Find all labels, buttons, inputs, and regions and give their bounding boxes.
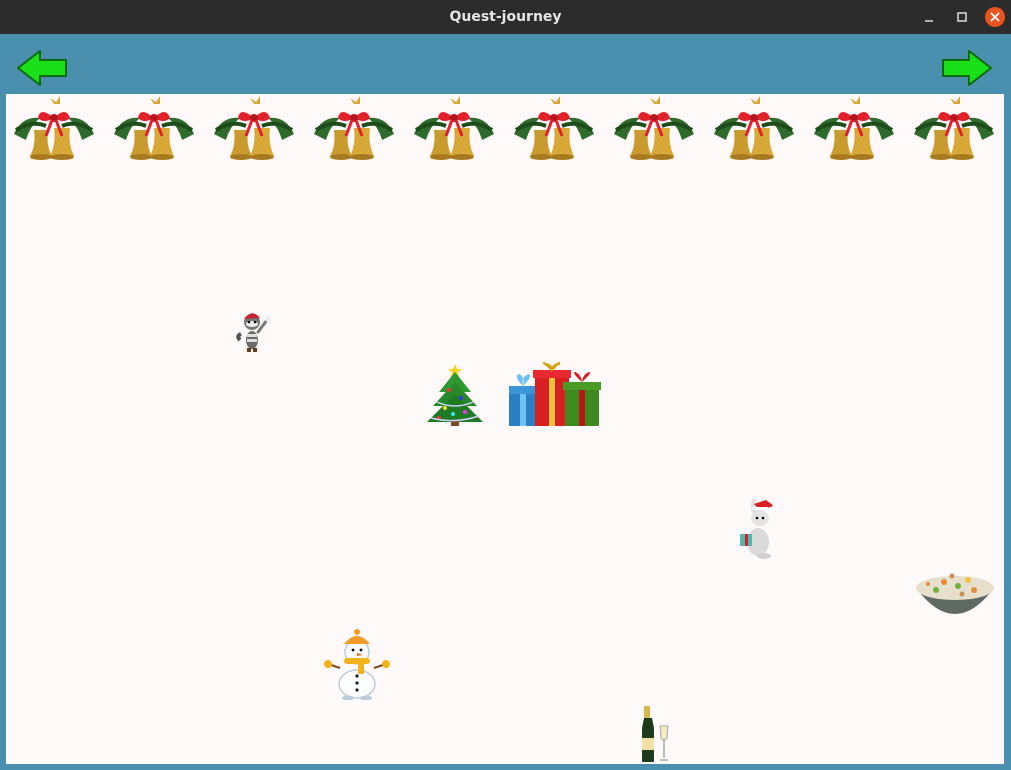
back-arrow-icon[interactable] [16, 48, 68, 88]
christmas-bells-icon [612, 96, 696, 162]
game-canvas[interactable] [6, 94, 1004, 764]
christmas-bells-icon [512, 96, 596, 162]
christmas-bells-icon [712, 96, 796, 162]
window-title: Quest-journey [449, 9, 562, 25]
forward-arrow-icon[interactable] [941, 48, 993, 88]
window-title-bar: Quest-journey [0, 0, 1011, 34]
christmas-bells-icon [12, 96, 96, 162]
navigation-toolbar [0, 34, 1011, 94]
christmas-bells-icon [812, 96, 896, 162]
christmas-bells-icon [212, 96, 296, 162]
maximize-icon[interactable] [952, 7, 972, 27]
close-icon[interactable] [985, 7, 1005, 27]
christmas-bells-icon [412, 96, 496, 162]
raccoon-character-icon[interactable] [236, 306, 274, 352]
minimize-icon[interactable] [919, 7, 939, 27]
salad-bowl-icon[interactable] [914, 566, 996, 622]
christmas-bells-icon [112, 96, 196, 162]
christmas-tree-icon[interactable] [423, 362, 487, 428]
christmas-bells-icon [312, 96, 396, 162]
christmas-bells-icon [912, 96, 996, 162]
gift-boxes-icon[interactable] [507, 362, 603, 428]
snowman-icon[interactable] [322, 628, 392, 700]
bunny-character-icon[interactable] [736, 498, 780, 560]
champagne-bottle-icon[interactable] [636, 704, 672, 764]
